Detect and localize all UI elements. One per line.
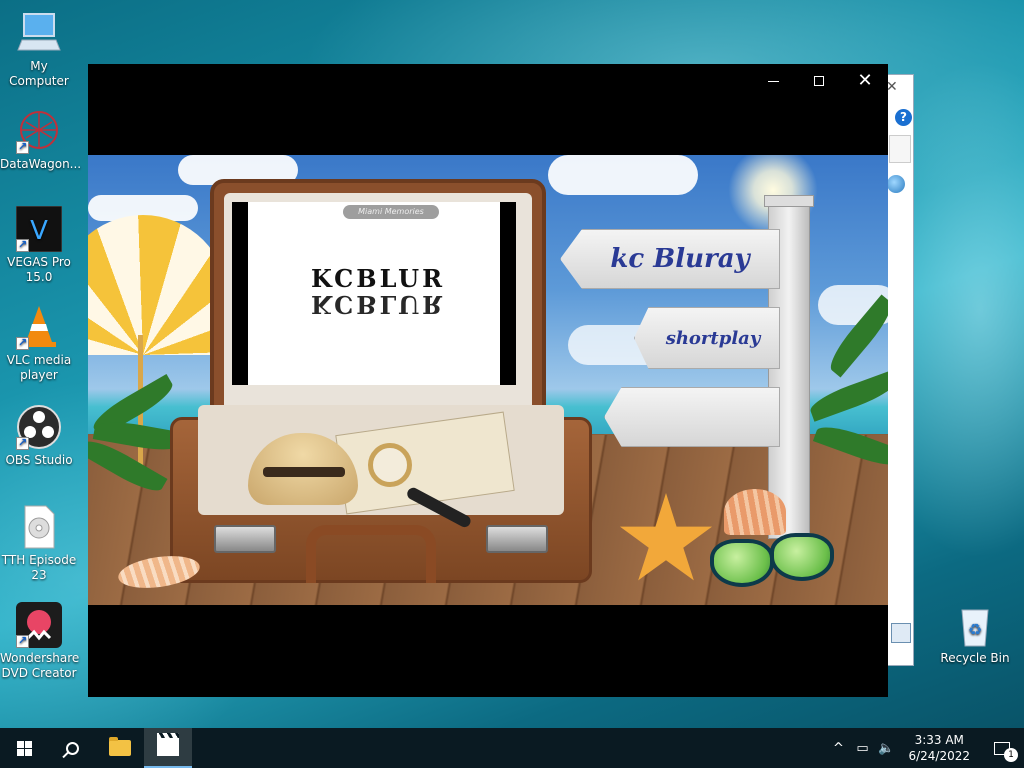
taskbar-app-file-explorer[interactable]	[96, 728, 144, 768]
desktop-icon-label: Recycle Bin	[940, 651, 1010, 665]
system-tray: ^ ▭ 🔈 3:33 AM 6/24/2022 1	[826, 728, 1024, 768]
menu-sign-blank[interactable]	[604, 387, 780, 447]
windows-logo-icon	[16, 740, 32, 756]
action-center-button[interactable]: 1	[980, 728, 1024, 768]
globe-icon	[887, 175, 905, 193]
shortcut-arrow-icon	[16, 139, 29, 154]
taskbar: ^ ▭ 🔈 3:33 AM 6/24/2022 1	[0, 728, 1024, 768]
palm-leaf	[806, 370, 888, 422]
maximize-icon	[814, 76, 824, 86]
desktop-icon-label: Wondershare DVD Creator	[0, 651, 80, 680]
notification-count-badge: 1	[1004, 748, 1018, 762]
desktop-icon-tth-episode[interactable]: TTH Episode 23	[0, 504, 78, 583]
search-icon	[65, 741, 79, 755]
menu-sign-kc-bluray[interactable]: kc Bluray	[560, 229, 780, 289]
wondershare-icon	[16, 602, 62, 648]
screen-tag: Miami Memories	[343, 205, 439, 219]
network-icon[interactable]: ▭	[852, 741, 872, 756]
vlc-icon	[16, 304, 62, 350]
desktop-icon-obs[interactable]: OBS Studio	[0, 404, 78, 468]
desktop-icon-vlc[interactable]: VLC media player	[0, 304, 78, 383]
combination-lock	[214, 525, 276, 553]
desktop-icon-label: My Computer	[9, 59, 69, 88]
dvd-menu-scene: Miami Memories KCBLUR KCBLUR kc Bluray s…	[88, 155, 888, 605]
clock[interactable]: 3:33 AM 6/24/2022	[898, 732, 980, 764]
shortcut-arrow-icon	[16, 335, 29, 350]
volume-icon[interactable]: 🔈	[876, 741, 896, 756]
screen-logo: KCBLUR	[310, 264, 446, 293]
file-explorer-icon	[109, 737, 131, 756]
beach-umbrella	[88, 215, 228, 355]
seashell	[724, 489, 786, 535]
magnifying-glass	[368, 443, 412, 487]
media-player-window[interactable]: ✕ Miami Memories KCBLUR KCBLUR kc Bluray…	[88, 64, 888, 697]
minimize-icon	[767, 80, 779, 82]
maximize-button[interactable]	[796, 64, 842, 98]
screen-logo-reflection: KCBLUR	[310, 290, 446, 319]
minimize-button[interactable]	[750, 64, 796, 98]
shortcut-arrow-icon	[16, 237, 29, 252]
close-button[interactable]: ✕	[842, 64, 888, 98]
desktop-icon-vegas-pro[interactable]: V VEGAS Pro 15.0	[0, 205, 78, 285]
desktop-icon-wondershare[interactable]: Wondershare DVD Creator	[0, 602, 80, 681]
show-hidden-icons-chevron-icon[interactable]: ^	[828, 741, 848, 756]
desktop-icon-label: DataWagon...	[0, 157, 82, 171]
cloud	[548, 155, 698, 195]
datawagon-icon	[16, 108, 62, 154]
desktop-icon-my-computer[interactable]: My Computer	[0, 10, 78, 89]
menu-sign-shortplay[interactable]: shortplay	[634, 307, 780, 369]
desktop-icon-label: VEGAS Pro 15.0	[7, 255, 71, 284]
combination-lock	[486, 525, 548, 553]
disc-file-icon	[16, 504, 62, 550]
taskbar-app-media-player[interactable]	[144, 728, 192, 768]
clock-time: 3:33 AM	[914, 733, 964, 747]
briefcase-handle	[306, 525, 436, 583]
window-button[interactable]	[891, 623, 911, 643]
vegas-pro-icon: V	[15, 205, 63, 253]
desktop-icon-datawagon[interactable]: DataWagon...	[0, 108, 82, 172]
clock-date: 6/24/2022	[908, 749, 970, 763]
obs-icon	[16, 404, 62, 450]
svg-text:♻: ♻	[968, 620, 982, 639]
desktop-icon-label: OBS Studio	[5, 453, 73, 467]
search-button[interactable]	[48, 728, 96, 768]
desktop-icon-recycle-bin[interactable]: ♻ Recycle Bin	[936, 602, 1014, 666]
recycle-bin-icon: ♻	[952, 602, 998, 648]
sunglasses-lens	[710, 539, 774, 587]
signpost-cap	[764, 195, 814, 207]
clapperboard-icon	[157, 733, 179, 756]
shortcut-arrow-icon	[16, 633, 29, 648]
help-icon[interactable]: ?	[895, 109, 912, 126]
hat-band	[263, 467, 345, 477]
briefcase-screen: Miami Memories KCBLUR KCBLUR	[232, 202, 516, 385]
window-controls: ✕	[750, 64, 888, 98]
sunglasses-lens	[770, 533, 834, 581]
field-box[interactable]	[889, 135, 911, 163]
shortcut-arrow-icon	[16, 435, 29, 450]
close-icon: ✕	[857, 70, 873, 91]
desktop-icon-label: VLC media player	[6, 353, 72, 382]
svg-text:V: V	[30, 216, 48, 246]
start-button[interactable]	[0, 728, 48, 768]
computer-icon	[16, 10, 62, 56]
desktop-icon-label: TTH Episode 23	[1, 553, 77, 582]
